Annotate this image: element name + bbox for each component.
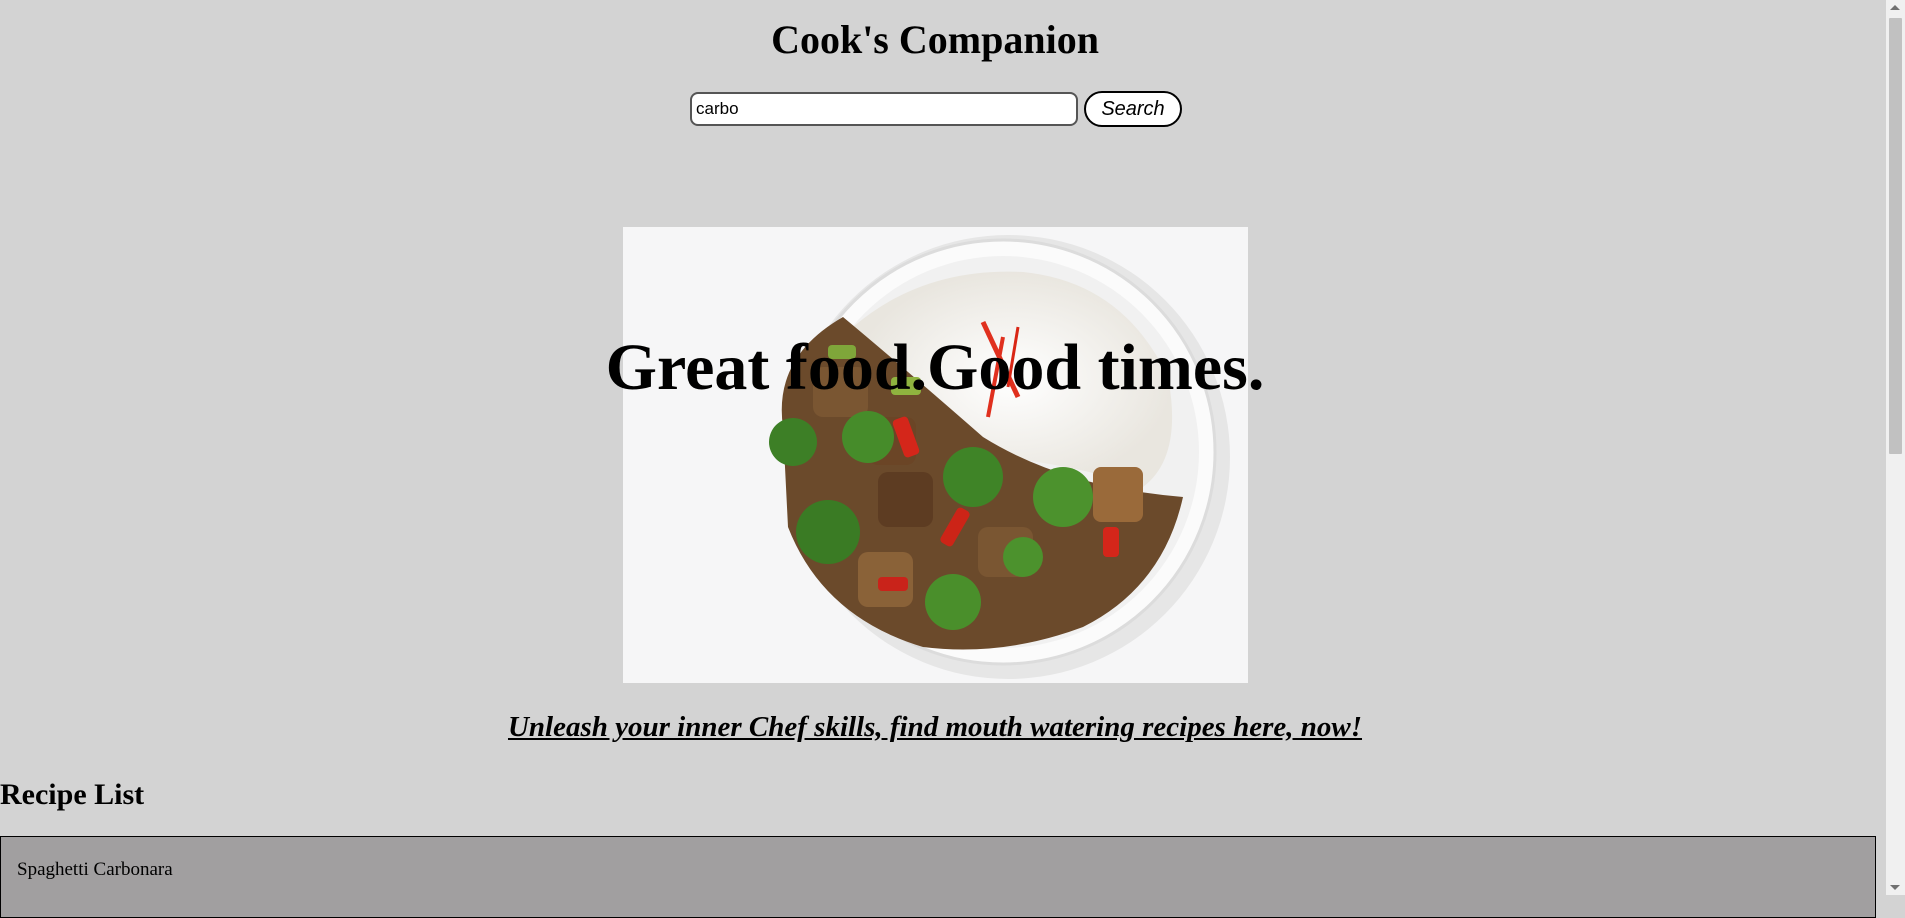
vertical-scrollbar[interactable]	[1886, 0, 1905, 895]
recipe-item[interactable]: Spaghetti Carbonara	[17, 859, 173, 881]
scrollbar-thumb[interactable]	[1889, 18, 1902, 454]
page: Cook's Companion Search	[0, 0, 1886, 918]
hero-heading: Great food.Good times.	[605, 331, 1265, 404]
search-button[interactable]: Search	[1084, 91, 1182, 127]
scroll-down-icon[interactable]	[1890, 885, 1900, 890]
recipe-list: Spaghetti Carbonara	[0, 836, 1876, 918]
search-bar: Search	[690, 90, 1182, 128]
hero-image	[623, 227, 1248, 683]
scroll-up-icon[interactable]	[1890, 5, 1900, 10]
food-bowl-illustration	[769, 235, 1230, 679]
tagline-link[interactable]: Unleash your inner Chef skills, find mou…	[0, 711, 1870, 744]
recipe-list-heading: Recipe List	[0, 778, 145, 811]
search-input[interactable]	[690, 92, 1078, 126]
site-title: Cook's Companion	[771, 17, 1099, 62]
